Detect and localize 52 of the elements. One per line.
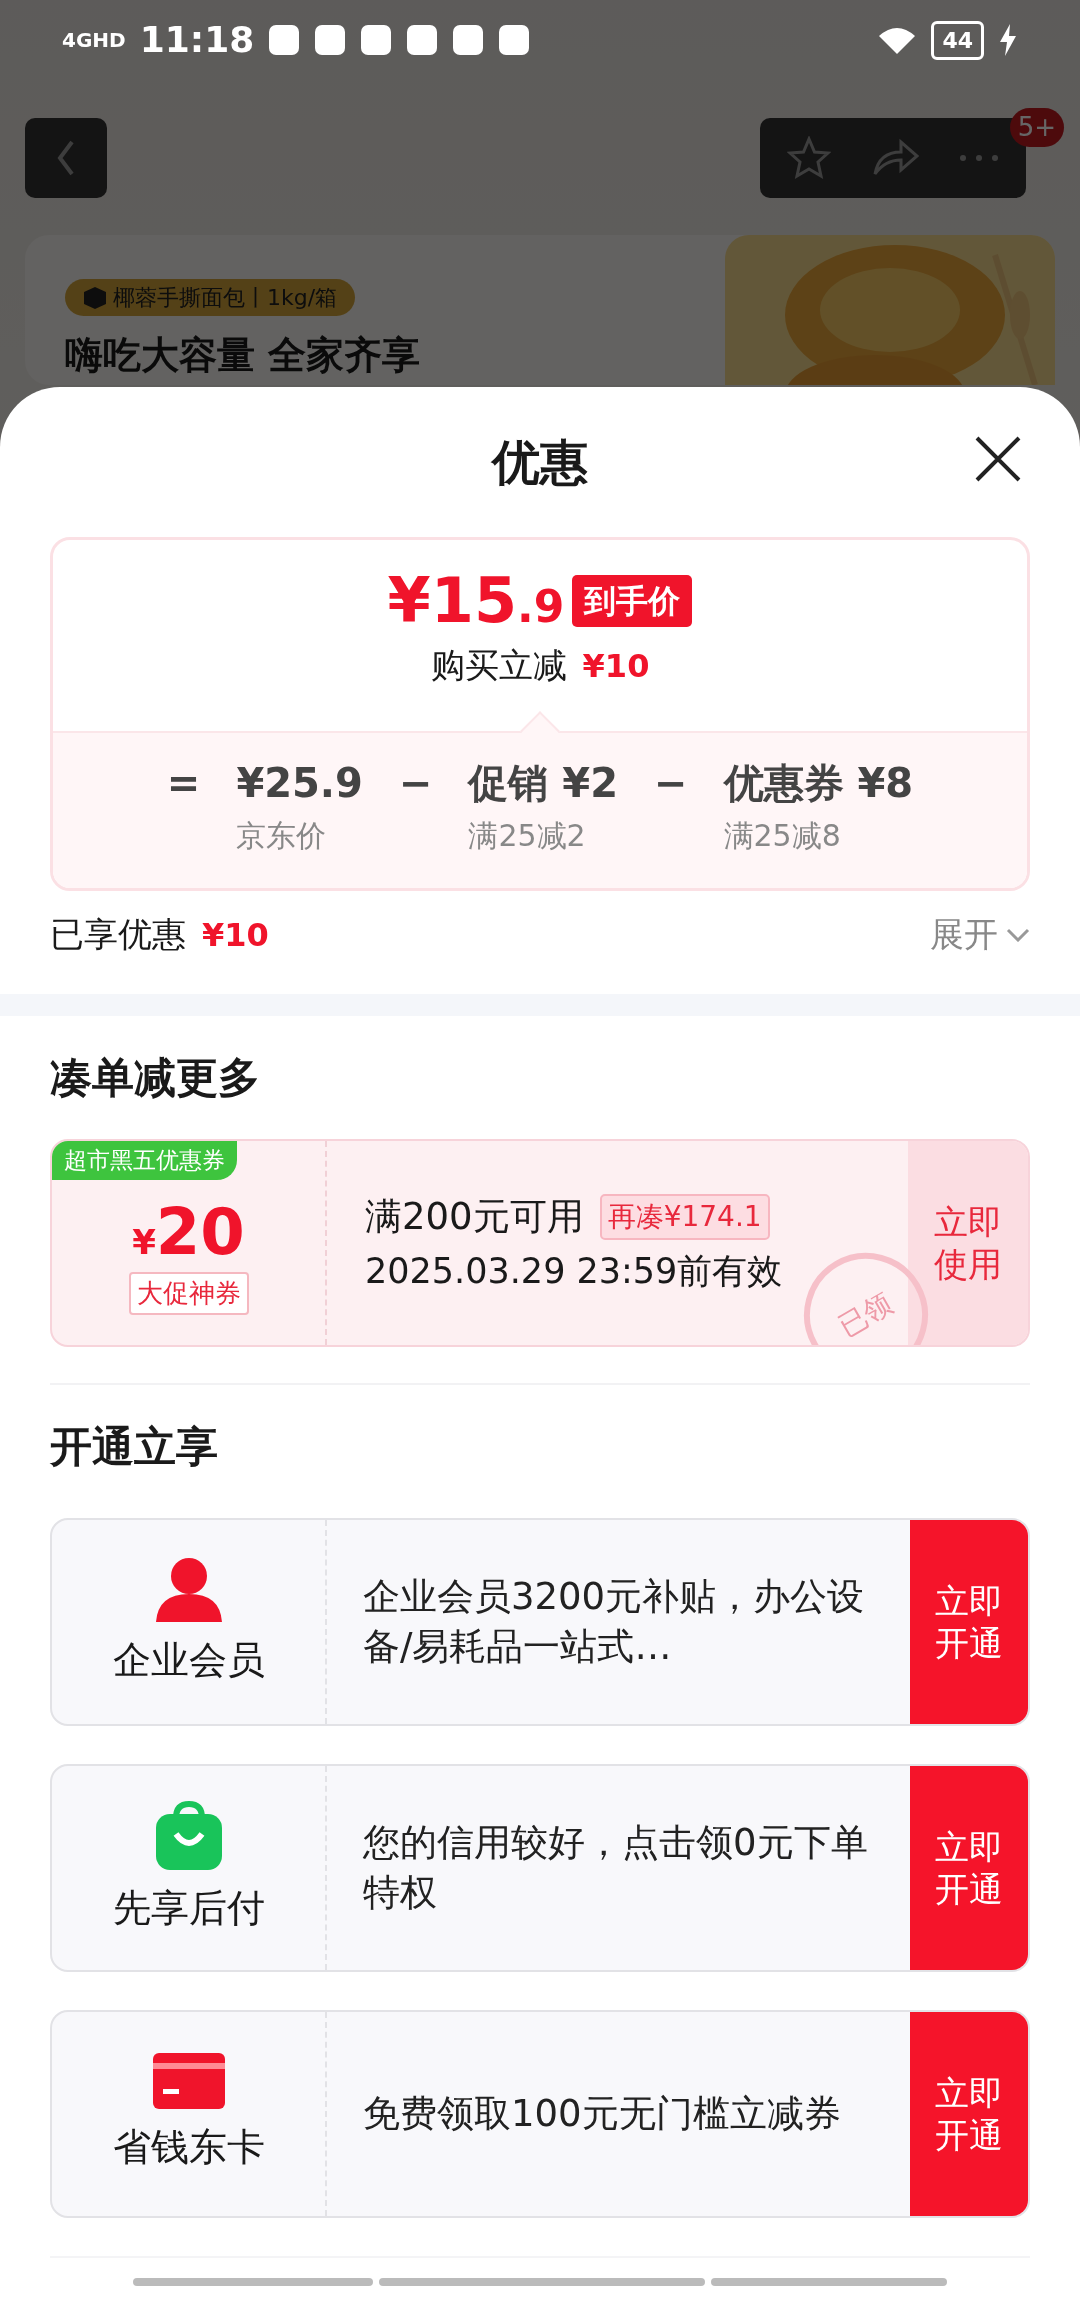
discount-amount: 促销 ¥2 [468,759,618,808]
back-button[interactable] [25,118,107,198]
battery-level: 44 [931,20,984,60]
price-note: 满25减2 [468,817,587,855]
coupon-type: 大促神券 [128,1271,249,1315]
remaining-amount: 再凑¥174.1 [599,1193,770,1240]
notification-badge: 5+ [1009,108,1064,147]
service-name: 省钱东卡 [112,2123,265,2171]
shopping-bag-icon [153,1799,224,1870]
operator-sign: − [654,759,688,808]
star-icon[interactable] [787,136,831,180]
operator-sign: = [166,759,201,808]
charging-icon [998,24,1018,56]
activate-button[interactable]: 立即开通 [910,1766,1028,1970]
service-name: 先享后付 [112,1884,265,1932]
chevron-down-icon [1006,927,1030,942]
product-tag: 椰蓉手撕面包丨1kg/箱 [65,279,356,316]
status-time: 11:18 [139,18,255,62]
price-note: 京东价 [236,817,328,855]
enjoyed-label: 已享优惠 [50,913,186,956]
activate-button[interactable]: 立即开通 [910,2012,1028,2216]
service-description: 您的信用较好，点击领0元下单特权 [363,1820,869,1916]
coupon-ribbon: 超市黑五优惠券 [52,1141,237,1180]
service-description: 免费领取100元无门槛立减券 [363,2091,841,2138]
person-icon [153,1555,224,1622]
final-price: ¥15.9 [387,570,565,632]
more-icon[interactable] [959,154,999,162]
close-icon[interactable] [974,435,1022,483]
activate-button[interactable]: 立即开通 [910,1520,1028,1724]
card-icon [152,2052,225,2109]
price-note: 满25减8 [723,817,842,855]
section-title: 开通立享 [49,1421,219,1473]
sheet-title: 优惠 [492,433,588,492]
service-name: 企业会员 [112,1636,265,1684]
share-icon[interactable] [871,138,919,178]
product-headline: 嗨吃大容量 全家齐享 [65,331,421,379]
expand-link[interactable]: 展开 [930,909,1030,960]
operator-sign: − [398,759,433,808]
box-icon [83,285,107,310]
section-title: 凑单减更多 [49,1052,261,1104]
saving-amount: ¥10 [582,645,650,687]
price-tag: 到手价 [572,575,693,627]
coupon-condition: 满200元可用 [365,1194,584,1240]
coupon-validity: 2025.03.29 23:59前有效 [365,1249,784,1293]
saving-label: 购买立减 [430,644,567,687]
network-label: 4GHD [62,27,126,54]
enjoyed-amount: ¥10 [202,914,269,956]
use-button[interactable]: 立即使用 [908,1141,1028,1345]
service-description: 企业会员3200元补贴，办公设备/易耗品一站式… [363,1574,866,1670]
discount-amount: 优惠券 ¥8 [723,759,914,808]
list-price: ¥25.9 [236,759,363,808]
coupon-amount: ¥20 [132,1199,245,1264]
